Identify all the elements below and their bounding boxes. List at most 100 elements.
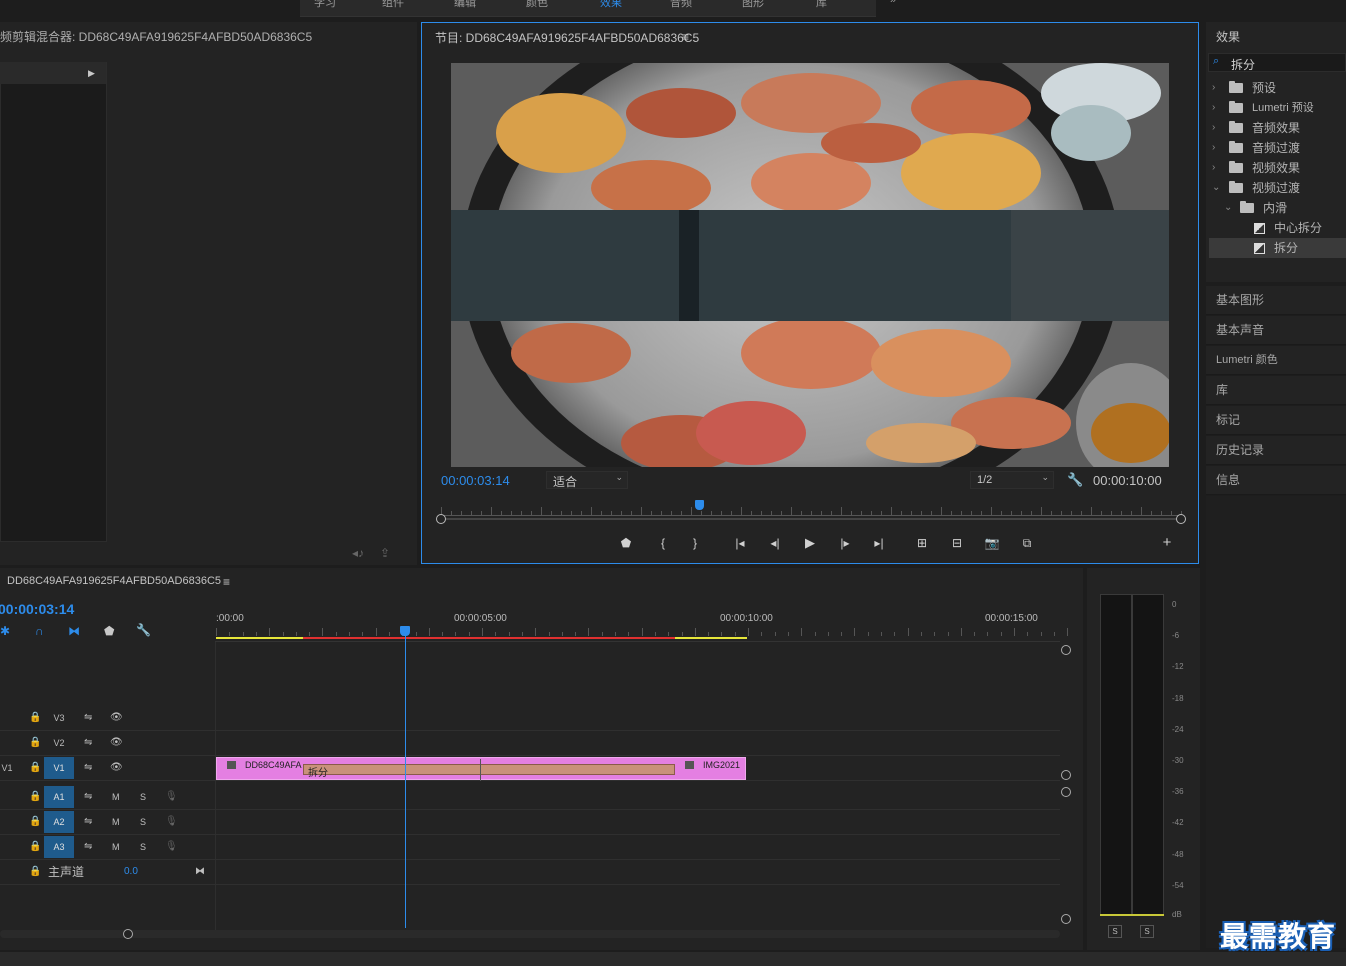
- sync-lock-icon[interactable]: ⇋: [84, 757, 92, 779]
- master-volume-value[interactable]: 0.0: [124, 861, 138, 883]
- lift-icon[interactable]: ⊞: [914, 536, 930, 550]
- step-back-icon[interactable]: ◂|: [767, 536, 783, 550]
- export-audio-icon[interactable]: ◂♪: [352, 546, 364, 560]
- zoom-handle-left[interactable]: [436, 514, 446, 524]
- effects-tree-item[interactable]: › Lumetri 预设: [1209, 98, 1346, 118]
- microphone-icon[interactable]: 🎙: [165, 836, 178, 858]
- mute-button[interactable]: M: [112, 811, 120, 833]
- share-icon[interactable]: ⇪: [380, 546, 390, 560]
- solo-left-button[interactable]: S: [1108, 925, 1122, 938]
- resolution-select[interactable]: 1/2 ⌄: [970, 471, 1054, 489]
- solo-right-button[interactable]: S: [1140, 925, 1154, 938]
- nest-icon[interactable]: ✱: [0, 624, 10, 638]
- sync-lock-icon[interactable]: ⇋: [84, 732, 92, 754]
- add-button-icon[interactable]: +: [1159, 535, 1175, 550]
- mute-button[interactable]: M: [112, 786, 120, 808]
- sync-lock-icon[interactable]: ⇋: [84, 836, 92, 858]
- lock-icon[interactable]: 🔒: [29, 811, 41, 833]
- vertical-scroll-handle[interactable]: [1061, 787, 1071, 797]
- sync-lock-icon[interactable]: ⇋: [84, 811, 92, 833]
- solo-button[interactable]: S: [140, 836, 146, 858]
- side-panel-tab[interactable]: 标记: [1206, 406, 1346, 435]
- menu-item[interactable]: 学习: [314, 0, 336, 10]
- side-panel-tab[interactable]: 基本声音: [1206, 316, 1346, 345]
- sync-lock-icon[interactable]: ⇋: [84, 707, 92, 729]
- effects-tree-item-selected[interactable]: 拆分: [1209, 238, 1346, 258]
- mark-out-icon[interactable]: }: [687, 536, 703, 550]
- compare-icon[interactable]: ⧉: [1019, 536, 1035, 550]
- solo-button[interactable]: S: [140, 811, 146, 833]
- timeline-current-time[interactable]: 00:00:03:14: [0, 601, 74, 617]
- playhead-marker[interactable]: [695, 500, 704, 510]
- track-target-v1[interactable]: V1: [44, 757, 74, 779]
- add-marker-icon[interactable]: ⬟: [618, 536, 634, 550]
- menu-item[interactable]: 编辑: [454, 0, 476, 10]
- eye-icon[interactable]: 👁: [110, 707, 123, 729]
- source-patch-v1[interactable]: V1: [0, 757, 22, 779]
- side-panel-tab[interactable]: 库: [1206, 376, 1346, 405]
- go-to-out-icon[interactable]: ▸|: [871, 536, 887, 550]
- track-target-v3[interactable]: V3: [44, 707, 74, 729]
- effects-tree-item[interactable]: › 视频效果: [1209, 158, 1346, 178]
- vertical-scroll-handle[interactable]: [1061, 645, 1071, 655]
- side-panel-tab[interactable]: 历史记录: [1206, 436, 1346, 465]
- step-forward-icon[interactable]: |▸: [837, 536, 853, 550]
- play-triangle-icon[interactable]: ▶: [88, 66, 95, 80]
- vertical-scroll-handle[interactable]: [1061, 914, 1071, 924]
- lock-icon[interactable]: 🔒: [29, 707, 41, 729]
- eye-icon[interactable]: 👁: [110, 757, 123, 779]
- track-target-a3[interactable]: A3: [44, 836, 74, 858]
- effects-tree-item[interactable]: › 音频效果: [1209, 118, 1346, 138]
- menu-item[interactable]: 组件: [382, 0, 404, 10]
- microphone-icon[interactable]: 🎙: [165, 786, 178, 808]
- go-to-end-icon[interactable]: ⧓: [195, 861, 205, 883]
- menu-item[interactable]: 库: [816, 0, 827, 10]
- linked-selection-icon[interactable]: ⧓: [68, 624, 80, 638]
- menu-item[interactable]: 颜色: [526, 0, 548, 10]
- horizontal-scroll-handle[interactable]: [123, 929, 133, 939]
- track-target-a1[interactable]: A1: [44, 786, 74, 808]
- lock-icon[interactable]: 🔒: [29, 732, 41, 754]
- menu-item-active[interactable]: 效果: [600, 0, 622, 10]
- marker-icon[interactable]: ⬟: [104, 624, 114, 638]
- hamburger-icon[interactable]: ≡: [223, 575, 230, 589]
- solo-button[interactable]: S: [140, 786, 146, 808]
- track-target-a2[interactable]: A2: [44, 811, 74, 833]
- timeline-ruler[interactable]: :00:00 00:00:05:00 00:00:10:00 00:00:15:…: [215, 608, 1069, 642]
- microphone-icon[interactable]: 🎙: [165, 811, 178, 833]
- effects-tree-item[interactable]: 中心拆分: [1209, 218, 1346, 238]
- lock-icon[interactable]: 🔒: [29, 861, 41, 883]
- track-target-v2[interactable]: V2: [44, 732, 74, 754]
- mark-in-icon[interactable]: {: [655, 536, 671, 550]
- go-to-in-icon[interactable]: |◂: [732, 536, 748, 550]
- transition-split[interactable]: 拆分: [303, 759, 675, 781]
- overflow-menu-button[interactable]: »: [890, 0, 896, 6]
- mute-button[interactable]: M: [112, 836, 120, 858]
- horizontal-scrollbar[interactable]: [0, 929, 1060, 939]
- wrench-icon[interactable]: 🔧: [136, 623, 151, 637]
- hamburger-icon[interactable]: ≡: [682, 30, 689, 44]
- current-time-display[interactable]: 00:00:03:14: [441, 473, 510, 488]
- fit-select[interactable]: 适合 ⌄: [546, 471, 628, 489]
- zoom-handle-right[interactable]: [1176, 514, 1186, 524]
- menu-item[interactable]: 音频: [670, 0, 692, 10]
- vertical-scroll-handle[interactable]: [1061, 770, 1071, 780]
- camera-icon[interactable]: 📷: [984, 536, 1000, 550]
- effects-search[interactable]: ⌕ 拆分: [1208, 53, 1346, 72]
- wrench-icon[interactable]: 🔧: [1067, 473, 1083, 487]
- effects-tree-item[interactable]: › 音频过渡: [1209, 138, 1346, 158]
- side-panel-tab[interactable]: 基本图形: [1206, 286, 1346, 315]
- side-panel-tab[interactable]: Lumetri 颜色: [1206, 346, 1346, 375]
- lock-icon[interactable]: 🔒: [29, 757, 41, 779]
- side-panel-tab[interactable]: 信息: [1206, 466, 1346, 495]
- snap-magnet-icon[interactable]: ∩: [35, 624, 44, 638]
- search-input[interactable]: 拆分: [1231, 56, 1255, 73]
- eye-icon[interactable]: 👁: [110, 732, 123, 754]
- lock-icon[interactable]: 🔒: [29, 786, 41, 808]
- lock-icon[interactable]: 🔒: [29, 836, 41, 858]
- zoom-scrollbar[interactable]: [436, 513, 1186, 525]
- menu-item[interactable]: 图形: [742, 0, 764, 10]
- effects-tree-item[interactable]: › 预设: [1209, 78, 1346, 98]
- extract-icon[interactable]: ⊟: [949, 536, 965, 550]
- effects-tree-item[interactable]: ⌄ 内滑: [1209, 198, 1346, 218]
